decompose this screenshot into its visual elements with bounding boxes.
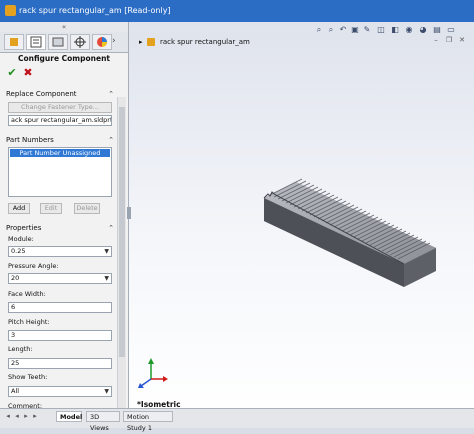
- module-select[interactable]: 0.25 ▼: [8, 246, 112, 257]
- dropdown-arrow-icon[interactable]: ▼: [104, 387, 109, 396]
- title-bar: rack spur rectangular_am [Read-only]: [0, 0, 474, 23]
- part-numbers-group-header[interactable]: Part Numbers ⌃: [6, 135, 114, 145]
- dropdown-arrow-icon[interactable]: ▼: [104, 247, 109, 256]
- manager-tabs: ›: [0, 32, 128, 53]
- pressure-angle-label: Pressure Angle:: [8, 262, 59, 270]
- axis-triad: [138, 358, 168, 388]
- component-file-field[interactable]: ack spur rectangular_am.sldprt: [8, 115, 112, 126]
- configuration-icon: [52, 37, 64, 47]
- property-manager-panel: « › Configure Component ✔ ✖ Replace Comp…: [0, 22, 129, 417]
- change-fastener-type-button[interactable]: Change Fastener Type...: [8, 102, 112, 113]
- first-tab-arrow-icon[interactable]: ◂: [4, 411, 12, 422]
- dropdown-arrow-icon[interactable]: ▼: [104, 274, 109, 283]
- collapse-chevron-icon[interactable]: ⌃: [108, 135, 114, 145]
- tab-3d-views[interactable]: 3D Views: [86, 411, 120, 432]
- properties-group-header[interactable]: Properties ⌃: [6, 223, 114, 233]
- face-width-field[interactable]: 6: [8, 302, 112, 313]
- add-button[interactable]: Add: [8, 203, 30, 214]
- feature-manager-tab[interactable]: [4, 34, 24, 50]
- collapse-handle[interactable]: «: [0, 22, 128, 32]
- show-teeth-label: Show Teeth:: [8, 373, 48, 381]
- length-label: Length:: [8, 345, 33, 353]
- display-manager-tab[interactable]: [92, 34, 112, 50]
- group-title: Properties: [6, 224, 42, 232]
- collapse-chevron-icon[interactable]: ⌃: [108, 89, 114, 99]
- scrollbar-thumb[interactable]: [119, 107, 125, 357]
- part-document-icon: [5, 5, 16, 16]
- last-tab-arrow-icon[interactable]: ▸: [31, 411, 39, 422]
- graphics-area[interactable]: ▸ rack spur rectangular_am ⌕ ⌕ ↶ ▣ ✎ ◫ ◧…: [127, 22, 474, 417]
- cancel-button[interactable]: ✖: [22, 67, 34, 79]
- window-title: rack spur rectangular_am [Read-only]: [19, 6, 171, 15]
- feature-tree-icon: [10, 38, 18, 46]
- group-title: Replace Component: [6, 90, 77, 98]
- delete-button[interactable]: Delete: [74, 203, 100, 214]
- part-numbers-list[interactable]: Part Number Unassigned: [8, 147, 112, 197]
- property-sheet-icon: [30, 36, 42, 48]
- ok-button[interactable]: ✔: [6, 67, 18, 79]
- pressure-angle-select[interactable]: 20 ▼: [8, 273, 112, 284]
- bottom-tab-strip: ◂ ◂ ▸ ▸ Model 3D Views Motion Study 1: [0, 408, 474, 432]
- panel-scrollbar[interactable]: [117, 97, 126, 417]
- configuration-manager-tab[interactable]: [48, 34, 68, 50]
- module-label: Module:: [8, 235, 34, 243]
- prev-tab-arrow-icon[interactable]: ◂: [13, 411, 21, 422]
- show-teeth-select[interactable]: All ▼: [8, 386, 112, 397]
- color-wheel-icon: [97, 37, 107, 47]
- list-item[interactable]: Part Number Unassigned: [10, 149, 110, 157]
- group-title: Part Numbers: [6, 136, 54, 144]
- replace-component-group-header[interactable]: Replace Component ⌃: [6, 89, 114, 99]
- pitch-height-label: Pitch Height:: [8, 318, 50, 326]
- length-field[interactable]: 25: [8, 358, 112, 369]
- property-manager-tab[interactable]: [26, 34, 46, 50]
- collapse-chevron-icon[interactable]: ⌃: [108, 223, 114, 233]
- module-value: 0.25: [11, 247, 26, 255]
- tab-motion-study[interactable]: Motion Study 1: [123, 411, 173, 432]
- pressure-angle-value: 20: [11, 274, 20, 282]
- rack-model[interactable]: [129, 22, 474, 417]
- crosshair-icon: [74, 36, 86, 48]
- dimxpert-manager-tab[interactable]: [70, 34, 90, 50]
- face-width-label: Face Width:: [8, 290, 46, 298]
- next-tab-arrow-icon[interactable]: ▸: [22, 411, 30, 422]
- show-teeth-value: All: [11, 387, 20, 395]
- edit-button[interactable]: Edit: [40, 203, 62, 214]
- pitch-height-field[interactable]: 3: [8, 330, 112, 341]
- property-manager-title: Configure Component: [17, 54, 110, 63]
- tab-model[interactable]: Model: [56, 411, 82, 422]
- tab-scroll-right-icon[interactable]: ›: [112, 36, 116, 46]
